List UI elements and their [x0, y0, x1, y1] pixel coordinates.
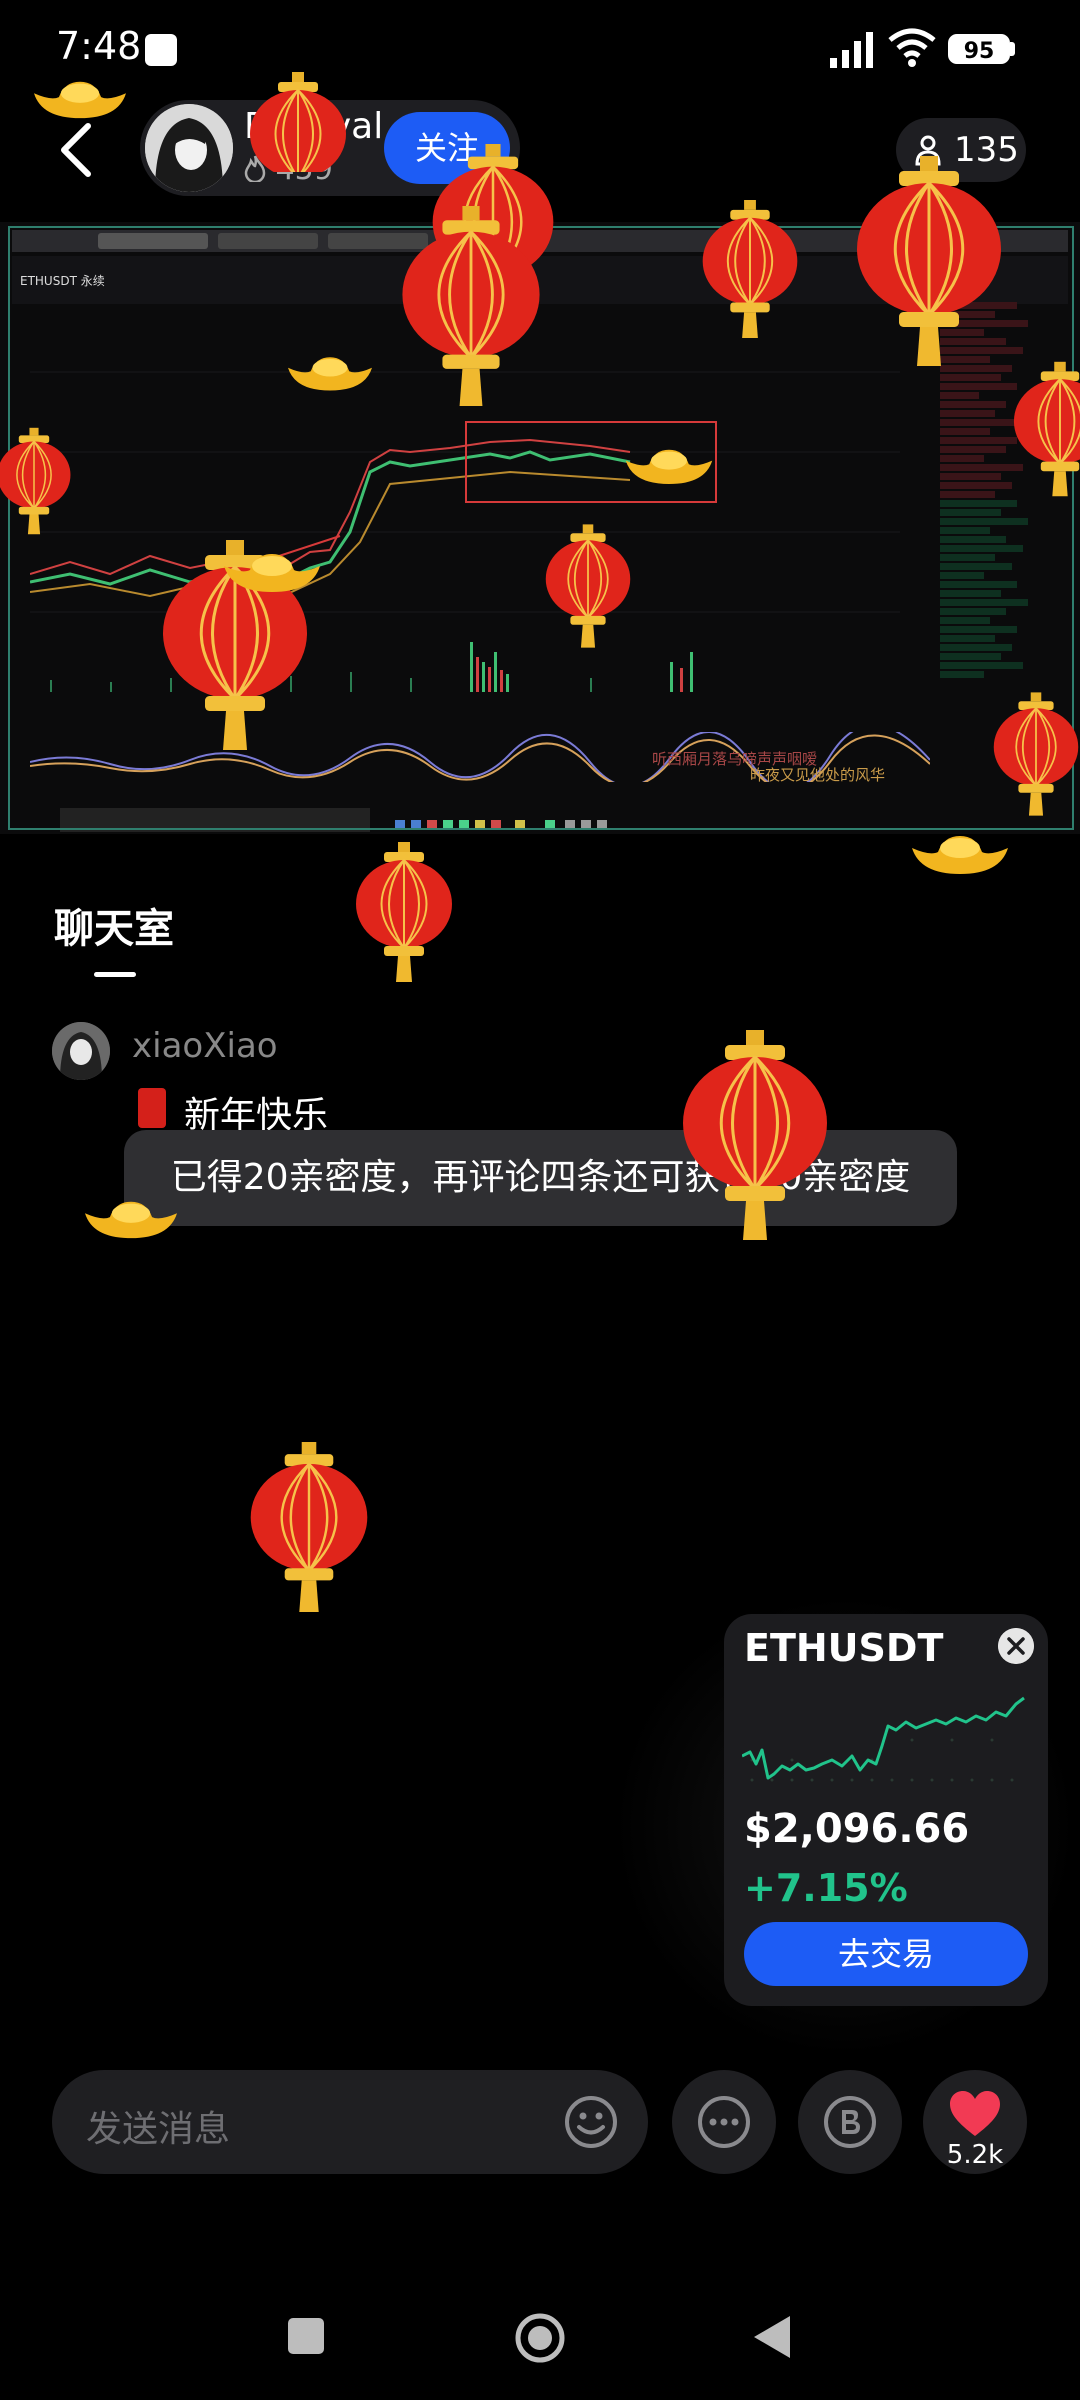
close-icon[interactable] [998, 1628, 1034, 1664]
message-input-placeholder: 发送消息 [86, 2109, 231, 2150]
lantern-decoration [544, 524, 632, 648]
host-avatar[interactable] [145, 104, 233, 192]
heart-icon [950, 2091, 1000, 2136]
lantern-decoration [400, 206, 541, 406]
lantern-decoration [855, 156, 1003, 366]
battery-tip [1010, 42, 1015, 56]
more-dots-icon [698, 2096, 750, 2148]
lantern-decoration [681, 1030, 829, 1240]
message-username[interactable]: xiaoXiao [132, 1026, 278, 1066]
ticker-change: +7.15% [744, 1866, 908, 1910]
gold-ingot-decoration [912, 836, 1008, 874]
wifi-icon [888, 28, 936, 67]
ticker-price: $2,096.66 [744, 1806, 970, 1852]
notification-app-icon [145, 34, 177, 66]
more-button[interactable] [672, 2070, 776, 2174]
back-arrow-icon[interactable] [56, 120, 96, 180]
battery-icon: 95 [948, 34, 1010, 64]
lantern-decoration [249, 72, 347, 172]
recent-apps-button[interactable] [288, 2318, 324, 2354]
ticker-symbol: ETHUSDT [744, 1626, 944, 1670]
b-coin-button[interactable] [798, 2070, 902, 2174]
tab-indicator [94, 972, 136, 977]
gold-ingot-decoration [224, 554, 320, 592]
message-avatar[interactable] [52, 1022, 110, 1080]
status-time: 7:48 [56, 24, 142, 68]
like-count: 5.2k [946, 2140, 1004, 2170]
gold-ingot-decoration [625, 449, 713, 484]
lantern-decoration [1012, 360, 1080, 498]
red-envelope-icon [138, 1088, 166, 1128]
gold-ingot-decoration [34, 81, 126, 119]
lantern-decoration [249, 1442, 369, 1612]
gold-ingot-decoration [85, 1201, 177, 1239]
emoji-icon[interactable] [563, 2094, 619, 2150]
go-trade-button[interactable]: 去交易 [744, 1922, 1028, 1986]
home-button[interactable] [514, 2312, 566, 2364]
signal-icon [830, 32, 873, 68]
intimacy-toast: 已得20亲密度，再评论四条还可获得80亲密度 [124, 1130, 957, 1226]
b-coin-icon [824, 2096, 876, 2148]
chat-room-tab[interactable]: 聊天室 [54, 896, 174, 954]
ticker-sparkline [742, 1696, 1025, 1782]
lantern-decoration [701, 200, 799, 338]
status-bar: 7:48 95 [0, 0, 1080, 100]
lantern-decoration [992, 691, 1080, 817]
lantern-decoration [0, 427, 72, 535]
lantern-decoration [355, 842, 453, 982]
nav-back-icon[interactable] [752, 2314, 792, 2360]
gold-ingot-decoration [288, 357, 372, 391]
